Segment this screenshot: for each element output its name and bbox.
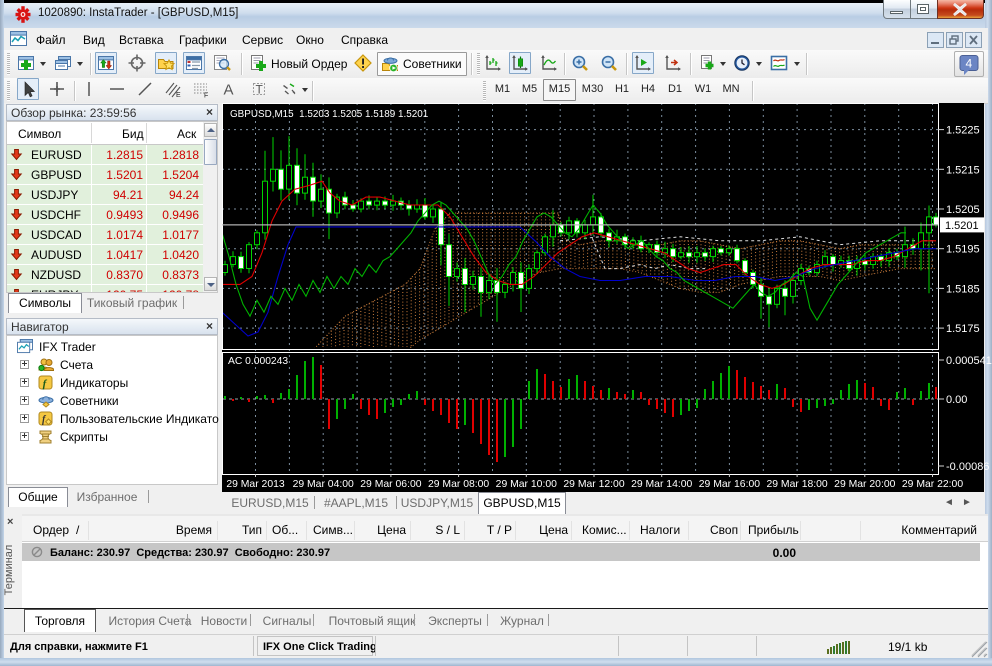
- svg-text:1.5175: 1.5175: [946, 323, 980, 335]
- svg-text:29 Mar 14:00: 29 Mar 14:00: [631, 479, 692, 490]
- svg-text:F: F: [204, 93, 208, 99]
- svg-text:29 Mar 10:00: 29 Mar 10:00: [496, 479, 557, 490]
- svg-text:29 Mar 2013: 29 Mar 2013: [226, 479, 285, 490]
- svg-text:1.5195: 1.5195: [946, 244, 980, 256]
- svg-text:GBPUSD,M15 1.5203 1.5205 1.51: GBPUSD,M15 1.5203 1.5205 1.5189 1.5201: [230, 109, 429, 120]
- svg-text:1.5225: 1.5225: [946, 125, 980, 137]
- svg-text:1.5215: 1.5215: [946, 164, 980, 176]
- svg-text:A: A: [224, 82, 234, 99]
- svg-text:E: E: [176, 92, 181, 98]
- svg-text:-0.00086: -0.00086: [946, 461, 989, 473]
- svg-text:29 Mar 22:00: 29 Mar 22:00: [902, 479, 963, 490]
- svg-text:AC 0.000243: AC 0.000243: [228, 356, 288, 367]
- svg-text:1.5185: 1.5185: [946, 283, 980, 295]
- svg-text:29 Mar 20:00: 29 Mar 20:00: [834, 479, 895, 490]
- svg-text:29 Mar 04:00: 29 Mar 04:00: [293, 479, 354, 490]
- svg-text:4: 4: [966, 57, 973, 71]
- svg-text:0.000541: 0.000541: [946, 355, 992, 367]
- svg-text:29 Mar 18:00: 29 Mar 18:00: [766, 479, 827, 490]
- svg-text:1.5201: 1.5201: [945, 220, 979, 232]
- svg-text:0.00: 0.00: [946, 394, 967, 406]
- svg-text:29 Mar 16:00: 29 Mar 16:00: [699, 479, 760, 490]
- svg-text:29 Mar 12:00: 29 Mar 12:00: [563, 479, 624, 490]
- svg-text:29 Mar 08:00: 29 Mar 08:00: [428, 479, 489, 490]
- svg-text:T: T: [256, 83, 264, 97]
- svg-text:1.5205: 1.5205: [946, 204, 980, 216]
- svg-text:29 Mar 06:00: 29 Mar 06:00: [360, 479, 421, 490]
